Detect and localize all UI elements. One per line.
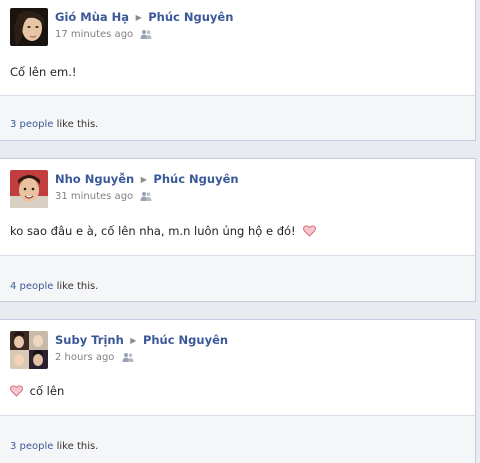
avatar[interactable] xyxy=(10,170,48,208)
target-link[interactable]: Phúc Nguyên xyxy=(153,172,238,186)
likes-bar: 3 people like this. xyxy=(0,416,475,463)
timestamp[interactable]: 17 minutes ago xyxy=(55,29,133,40)
post-meta: 2 hours ago xyxy=(55,352,134,363)
likes-bar: 4 people like this. xyxy=(0,256,475,301)
author-link[interactable]: Gió Mùa Hạ xyxy=(55,10,129,24)
post-meta: 17 minutes ago xyxy=(55,29,152,40)
likes-suffix: like this. xyxy=(53,281,99,292)
wall-post: Nho Nguyễn ▶ Phúc Nguyên 31 minutes ago … xyxy=(0,158,476,302)
post-text: Cố lên em.! xyxy=(10,65,77,79)
heart-icon xyxy=(303,225,317,237)
post-meta: 31 minutes ago xyxy=(55,191,152,202)
avatar[interactable] xyxy=(10,8,48,46)
likes-summary: 3 people like this. xyxy=(10,441,98,452)
post-names: Gió Mùa Hạ ▶ Phúc Nguyên xyxy=(55,10,233,24)
avatar[interactable] xyxy=(10,331,48,369)
author-link[interactable]: Suby Trịnh xyxy=(55,333,124,347)
heart-icon xyxy=(10,385,23,397)
arrow-right-icon: ▶ xyxy=(140,175,147,184)
author-link[interactable]: Nho Nguyễn xyxy=(55,172,134,186)
likes-count-link[interactable]: 3 people xyxy=(10,441,53,452)
arrow-right-icon: ▶ xyxy=(130,336,137,345)
likes-count-link[interactable]: 3 people xyxy=(10,119,53,130)
post-text: ko sao đâu e à, cố lên nha, m.n luôn ủng… xyxy=(10,224,317,238)
wall-post: Suby Trịnh ▶ Phúc Nguyên 2 hours ago cố … xyxy=(0,319,476,463)
friends-icon xyxy=(140,192,152,201)
friends-icon xyxy=(122,353,134,362)
timestamp[interactable]: 2 hours ago xyxy=(55,352,114,363)
friends-icon xyxy=(140,30,152,39)
post-names: Nho Nguyễn ▶ Phúc Nguyên xyxy=(55,172,239,186)
likes-bar: 3 people like this. xyxy=(0,96,475,140)
target-link[interactable]: Phúc Nguyên xyxy=(148,10,233,24)
post-text: cố lên xyxy=(10,384,64,398)
likes-count-link[interactable]: 4 people xyxy=(10,281,53,292)
likes-suffix: like this. xyxy=(53,441,99,452)
post-text-content: cố lên xyxy=(29,384,65,398)
timestamp[interactable]: 31 minutes ago xyxy=(55,191,133,202)
wall-post: Gió Mùa Hạ ▶ Phúc Nguyên 17 minutes ago … xyxy=(0,0,476,141)
target-link[interactable]: Phúc Nguyên xyxy=(143,333,228,347)
arrow-right-icon: ▶ xyxy=(135,13,142,22)
post-names: Suby Trịnh ▶ Phúc Nguyên xyxy=(55,333,228,347)
likes-suffix: like this. xyxy=(53,119,99,130)
post-text-content: ko sao đâu e à, cố lên nha, m.n luôn ủng… xyxy=(10,224,296,238)
likes-summary: 3 people like this. xyxy=(10,119,98,130)
likes-summary: 4 people like this. xyxy=(10,281,98,292)
